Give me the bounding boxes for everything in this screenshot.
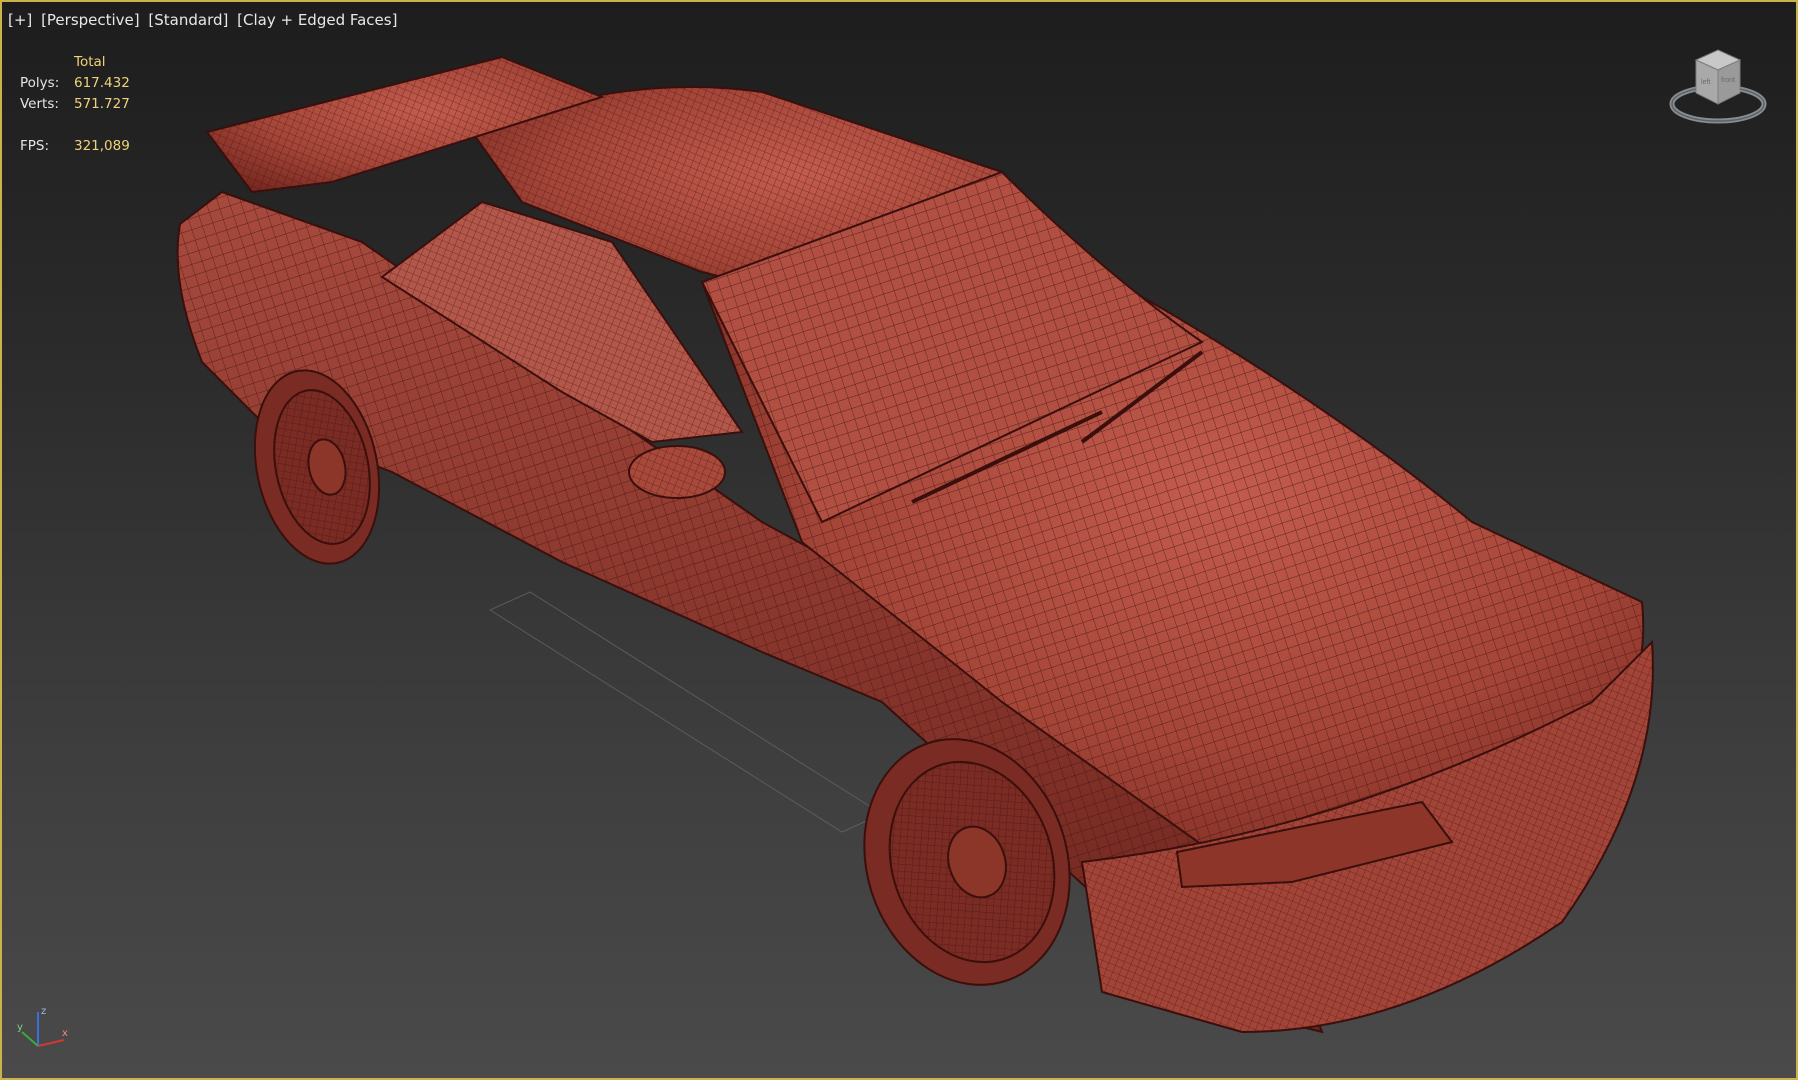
viewport-plus-menu[interactable]: [+] [8, 11, 32, 29]
fps-label: FPS: [20, 138, 50, 154]
polys-value: 617.432 [74, 75, 130, 91]
axis-x-label: x [62, 1028, 68, 1039]
statistics-overlay: Total Polys: 617.432 Verts: 571.727 FPS:… [20, 52, 130, 157]
viewport-shading-standard-menu[interactable]: [Standard] [148, 11, 228, 29]
axis-z-label: z [41, 1006, 46, 1017]
verts-value: 571.727 [74, 96, 130, 112]
perspective-viewport[interactable]: [+] [Perspective] [Standard] [Clay + Edg… [0, 0, 1798, 1080]
scene-canvas[interactable] [2, 2, 1796, 1078]
viewport-label-menu: [+] [Perspective] [Standard] [Clay + Edg… [8, 11, 401, 29]
fps-value: 321,089 [74, 138, 130, 154]
viewcube-left-face-label: left [1701, 79, 1710, 86]
viewport-visual-style-menu[interactable]: [Clay + Edged Faces] [237, 11, 397, 29]
axis-tripod-icon: z x y [17, 1006, 68, 1047]
verts-label: Verts: [20, 96, 59, 112]
polys-label: Polys: [20, 75, 60, 91]
axis-y-label: y [17, 1022, 23, 1033]
viewcube-front-face-label: front [1721, 77, 1735, 84]
viewcube-icon[interactable]: left front [1668, 46, 1772, 128]
viewport-point-of-view-menu[interactable]: [Perspective] [41, 11, 140, 29]
stats-header: Total [74, 54, 106, 70]
